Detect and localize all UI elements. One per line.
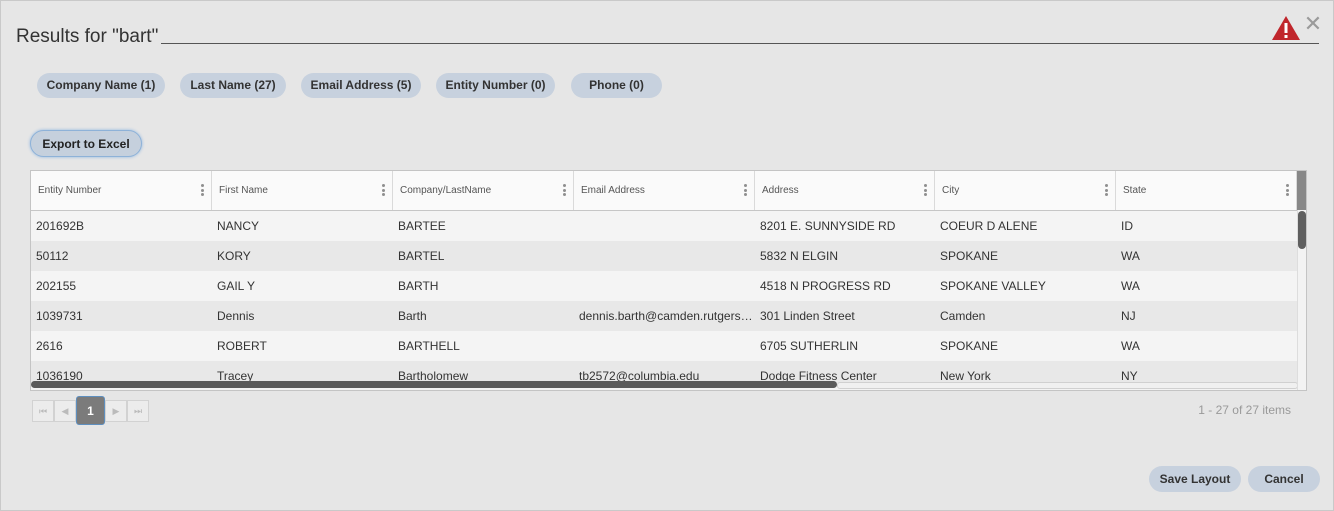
cell-entity-number: 1039731 [36, 309, 83, 323]
grid-body: 201692B NANCY BARTEE 8201 E. SUNNYSIDE R… [31, 211, 1297, 383]
next-page-icon[interactable]: ▶ [105, 400, 127, 422]
vertical-scroll-thumb[interactable] [1298, 211, 1306, 249]
cell-state: ID [1121, 219, 1133, 233]
cell-email-address: tb2572@columbia.edu [579, 369, 700, 383]
table-row[interactable]: 2616 ROBERT BARTHELL 6705 SUTHERLIN SPOK… [31, 331, 1297, 361]
cell-address: 301 Linden Street [760, 309, 855, 323]
cell-first-name: KORY [217, 249, 251, 263]
cell-company-lastname: BARTH [398, 279, 439, 293]
column-header-state[interactable]: State [1116, 171, 1297, 210]
filter-chip-entity-number[interactable]: Entity Number (0) [436, 73, 555, 98]
table-row[interactable]: 201692B NANCY BARTEE 8201 E. SUNNYSIDE R… [31, 211, 1297, 241]
cell-company-lastname: BARTEL [398, 249, 445, 263]
column-header-address[interactable]: Address [755, 171, 935, 210]
save-layout-button[interactable]: Save Layout [1149, 466, 1241, 492]
dialog-title: Results for "bart" [16, 26, 159, 47]
horizontal-scrollbar[interactable] [31, 381, 1298, 389]
column-menu-icon[interactable] [744, 184, 748, 198]
cell-company-lastname: Bartholomew [398, 369, 469, 383]
cell-entity-number: 202155 [36, 279, 77, 293]
column-menu-icon[interactable] [563, 184, 567, 198]
cell-address: Dodge Fitness Center [760, 369, 877, 383]
cell-company-lastname: Barth [398, 309, 427, 323]
items-summary: 1 - 27 of 27 items [1198, 403, 1291, 417]
filter-chip-phone[interactable]: Phone (0) [571, 73, 662, 98]
filter-chip-email-address[interactable]: Email Address (5) [301, 73, 421, 98]
current-page-button[interactable]: 1 [76, 396, 105, 425]
cell-address: 6705 SUTHERLIN [760, 339, 859, 353]
export-to-excel-button[interactable]: Export to Excel [30, 130, 142, 157]
column-menu-icon[interactable] [201, 184, 205, 198]
cell-city: SPOKANE [940, 249, 999, 263]
column-menu-icon[interactable] [382, 184, 386, 198]
column-header-company-lastname[interactable]: Company/LastName [393, 171, 574, 210]
cell-first-name: Dennis [217, 309, 255, 323]
cell-entity-number: 201692B [36, 219, 85, 233]
cell-first-name: Tracey [217, 369, 254, 383]
column-header-email-address[interactable]: Email Address [574, 171, 755, 210]
cell-address: 4518 N PROGRESS RD [760, 279, 891, 293]
horizontal-scroll-thumb[interactable] [31, 381, 837, 388]
cell-city: New York [940, 369, 991, 383]
table-row[interactable]: 1036190 Tracey Bartholomew tb2572@columb… [31, 361, 1297, 383]
cell-city: SPOKANE VALLEY [940, 279, 1046, 293]
grid-header: Entity Number First Name Company/LastNam… [31, 171, 1297, 211]
cell-company-lastname: BARTEE [398, 219, 446, 233]
table-row[interactable]: 1039731 Dennis Barth dennis.barth@camden… [31, 301, 1297, 331]
cell-city: COEUR D ALENE [940, 219, 1038, 233]
filter-chip-last-name[interactable]: Last Name (27) [180, 73, 286, 98]
last-page-icon[interactable]: ⏭ [127, 400, 149, 422]
column-menu-icon[interactable] [924, 184, 928, 198]
cell-state: WA [1121, 279, 1140, 293]
cell-first-name: ROBERT [217, 339, 267, 353]
filter-chip-company-name[interactable]: Company Name (1) [37, 73, 165, 98]
results-dialog: Results for "bart" ✕ Company Name (1) La… [0, 0, 1334, 511]
cancel-button[interactable]: Cancel [1248, 466, 1320, 492]
prev-page-icon[interactable]: ◀ [54, 400, 76, 422]
close-icon[interactable]: ✕ [1303, 13, 1323, 35]
column-header-first-name[interactable]: First Name [212, 171, 393, 210]
title-divider [161, 43, 1319, 44]
cell-address: 5832 N ELGIN [760, 249, 839, 263]
column-menu-icon[interactable] [1105, 184, 1109, 198]
table-row[interactable]: 202155 GAIL Y BARTH 4518 N PROGRESS RD S… [31, 271, 1297, 301]
column-header-entity-number[interactable]: Entity Number [31, 171, 212, 210]
cell-state: NY [1121, 369, 1138, 383]
cell-state: WA [1121, 339, 1140, 353]
cell-city: Camden [940, 309, 986, 323]
cell-email-address [574, 211, 755, 241]
vertical-scrollbar-header [1297, 171, 1306, 210]
cell-email-address [574, 271, 755, 301]
cell-email-address [574, 241, 755, 271]
column-header-city[interactable]: City [935, 171, 1116, 210]
column-menu-icon[interactable] [1286, 184, 1290, 198]
cell-entity-number: 2616 [36, 339, 63, 353]
warning-icon [1272, 16, 1300, 40]
cell-email-address: dennis.barth@camden.rutgers.edu [579, 309, 755, 323]
cell-first-name: NANCY [217, 219, 260, 233]
cell-entity-number: 1036190 [36, 369, 83, 383]
cell-address: 8201 E. SUNNYSIDE RD [760, 219, 896, 233]
cell-entity-number: 50112 [36, 249, 69, 263]
table-row[interactable]: 50112 KORY BARTEL 5832 N ELGIN SPOKANE W… [31, 241, 1297, 271]
first-page-icon[interactable]: ⏮ [32, 400, 54, 422]
cell-company-lastname: BARTHELL [398, 339, 460, 353]
horizontal-scroll-track[interactable] [837, 382, 1298, 389]
cell-first-name: GAIL Y [217, 279, 256, 293]
cell-city: SPOKANE [940, 339, 999, 353]
cell-state: NJ [1121, 309, 1136, 323]
cell-email-address [574, 331, 755, 361]
results-grid: Entity Number First Name Company/LastNam… [30, 170, 1307, 391]
cell-state: WA [1121, 249, 1140, 263]
